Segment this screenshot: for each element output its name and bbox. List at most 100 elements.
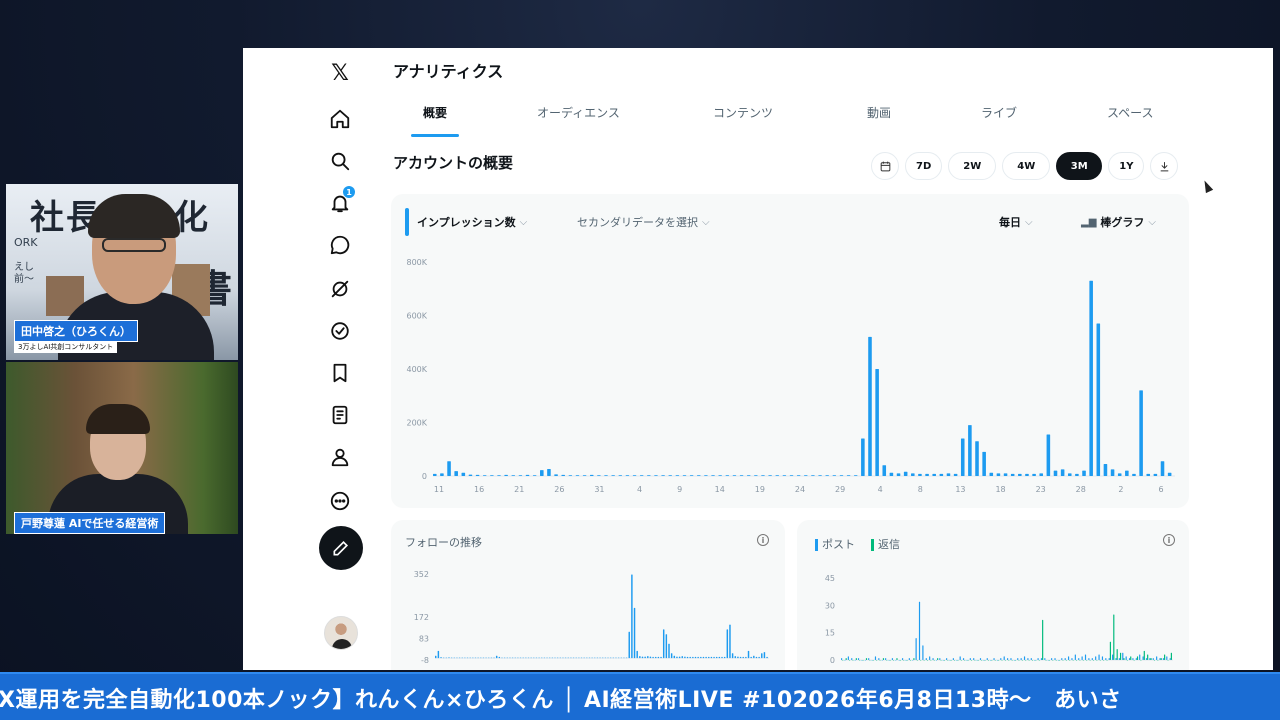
tab-overview[interactable]: 概要 [423, 104, 447, 121]
chart-bar [973, 658, 975, 660]
chart-bar [562, 657, 564, 659]
range-4w-button[interactable]: 4W [1002, 152, 1051, 180]
tab-video[interactable]: 動画 [867, 104, 891, 121]
chart-bar [543, 657, 546, 659]
chart-bar [1103, 660, 1105, 661]
chart-bar [998, 660, 1000, 661]
chart-bar [861, 438, 865, 476]
chart-bar [960, 660, 962, 661]
chart-bar [588, 657, 591, 659]
chart-bar [632, 475, 637, 476]
chart-bar [607, 657, 609, 659]
chart-bar [935, 660, 938, 661]
chart-bar [721, 656, 723, 659]
chart-bar [1169, 658, 1171, 660]
x-tick-label: 6 [1158, 485, 1163, 494]
chart-bar [448, 657, 450, 659]
chart-bar [942, 660, 944, 661]
chart-bar [596, 657, 599, 659]
range-1y-button[interactable]: 1Y [1108, 152, 1145, 180]
chart-bar [729, 624, 731, 659]
bookmark-icon[interactable] [327, 360, 353, 386]
chart-bar [952, 658, 954, 660]
chart-bar [1082, 660, 1084, 661]
tab-audience[interactable]: オーディエンス [537, 104, 620, 121]
message-icon[interactable] [327, 232, 353, 258]
chart-bar [844, 660, 846, 661]
chart-bar [1075, 473, 1079, 476]
tab-content[interactable]: コンテンツ [713, 104, 773, 121]
chart-bar [734, 656, 736, 659]
chart-bar [713, 656, 715, 659]
chart-bar [678, 656, 681, 659]
chart-bar [453, 657, 456, 659]
chart-bar [929, 656, 931, 660]
chart-bar [1010, 473, 1015, 476]
x-tick-label: 16 [474, 485, 484, 494]
chart-bar [891, 658, 894, 660]
chart-bar [1008, 660, 1010, 661]
profile-icon[interactable] [327, 444, 353, 470]
chart-bar [758, 656, 760, 659]
download-button[interactable] [1150, 152, 1179, 180]
calendar-button[interactable] [871, 152, 899, 180]
chart-bar [1071, 658, 1073, 660]
chart-bar [1020, 658, 1022, 660]
chart-bar [1046, 434, 1051, 476]
chart-bar [1117, 473, 1122, 476]
y-tick-label: 15 [825, 629, 835, 638]
compose-post-button[interactable] [319, 526, 363, 570]
range-3m-button[interactable]: 3M [1056, 152, 1103, 180]
chart-bar [697, 656, 699, 659]
chart-bar [922, 645, 924, 660]
chart-bar [1013, 660, 1015, 661]
grok-icon[interactable] [327, 276, 353, 302]
chart-bar [654, 475, 658, 476]
chart-bar [962, 658, 965, 660]
home-icon[interactable] [327, 106, 353, 132]
avatar[interactable] [324, 616, 358, 650]
verified-icon[interactable] [327, 318, 353, 344]
chart-bar [1098, 654, 1100, 660]
tab-spaces[interactable]: スペース [1107, 104, 1154, 121]
chart-bar [472, 657, 474, 659]
chart-bar [617, 657, 620, 659]
chart-bar [1081, 656, 1083, 660]
chart-bar [668, 643, 670, 659]
chart-bar [594, 657, 596, 659]
chart-bar [684, 656, 686, 659]
chart-bar [1074, 654, 1076, 660]
search-icon[interactable] [327, 148, 353, 174]
chart-bar [1132, 658, 1134, 660]
more-icon[interactable] [327, 488, 353, 514]
range-2w-button[interactable]: 2W [948, 152, 997, 180]
chart-bar [976, 660, 978, 661]
chart-bar [1003, 656, 1005, 660]
article-icon[interactable] [327, 402, 353, 428]
chart-bar [482, 475, 487, 476]
chart-bar [1031, 660, 1034, 661]
chart-bar [689, 656, 691, 659]
chart-bar [886, 660, 888, 661]
chart-bar [1034, 660, 1036, 661]
chart-bar [1045, 660, 1047, 661]
chart-bar [676, 656, 678, 659]
x-logo-icon[interactable]: 𝕏 [327, 60, 353, 86]
x-tick-label: 14 [715, 485, 725, 494]
chart-bar [918, 473, 922, 476]
impressions-chart-card: インプレッション数 ⌵ セカンダリデータを選択 ⌵ 毎日 ⌵ ▂▆ 棒グラフ ⌵… [391, 194, 1189, 508]
tab-live[interactable]: ライブ [981, 104, 1017, 121]
range-7d-button[interactable]: 7D [905, 152, 943, 180]
chart-bar [739, 656, 742, 659]
chart-bar [582, 475, 587, 476]
bell-icon[interactable]: 1 [327, 186, 355, 216]
chart-bar [501, 657, 503, 659]
chart-bar [1061, 658, 1063, 660]
x-tick-label: 11 [434, 485, 444, 494]
chart-bar [1136, 656, 1139, 660]
chart-bar [742, 656, 744, 659]
y-tick-label: 172 [414, 613, 429, 622]
chart-bar [586, 657, 588, 659]
chart-bar [1095, 656, 1097, 660]
chart-bar [989, 472, 994, 476]
